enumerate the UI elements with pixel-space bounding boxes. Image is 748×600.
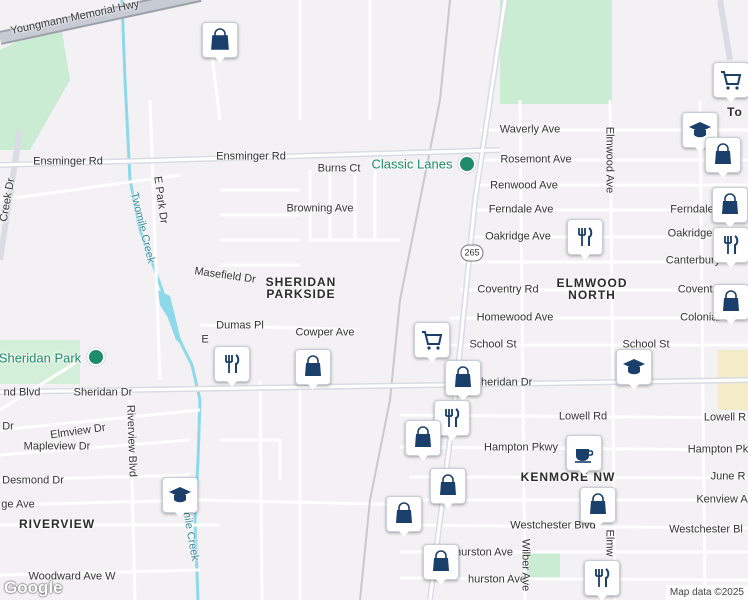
road-label: Ferndale: [670, 203, 714, 216]
area-label-kenmore-nw: KENMORE NW: [520, 470, 616, 484]
shopping-cart-icon: [422, 331, 443, 350]
shopping-bag-icon: [722, 193, 738, 214]
shopping-marker[interactable]: [202, 22, 238, 63]
road-label: ge Ave: [1, 498, 35, 511]
shopping-marker[interactable]: [445, 360, 481, 401]
map-canvas[interactable]: Youngmann Memorial Hwy Ensminger Rd Ensm…: [0, 0, 748, 600]
shopping-marker[interactable]: [423, 544, 459, 585]
school-icon: [169, 487, 191, 503]
shopping-bag-icon: [305, 355, 321, 376]
school-marker[interactable]: [162, 477, 198, 518]
restaurant-marker[interactable]: [713, 227, 748, 268]
shopping-marker[interactable]: [430, 468, 466, 509]
classic-lanes-icon[interactable]: [458, 155, 476, 173]
road-label: Lowell R: [703, 411, 747, 424]
road-label: Dr: [2, 420, 14, 433]
road-label: Waverly Ave: [499, 123, 561, 136]
road-label: School St: [469, 338, 517, 351]
road-label: June R: [710, 470, 746, 483]
shopping-bag-icon: [455, 366, 471, 387]
shopping-marker[interactable]: [713, 284, 748, 325]
road-label: Kenview A: [696, 493, 748, 506]
shopping-bag-icon: [433, 550, 449, 571]
park-icon[interactable]: [87, 348, 105, 366]
road-label: E: [201, 333, 209, 346]
road-label: Dumas Pl: [216, 319, 264, 332]
road-label: Ferndale Ave: [488, 203, 554, 216]
area-label-tonawanda: To: [727, 105, 743, 119]
restaurant-marker[interactable]: [567, 219, 603, 260]
cafe-icon: [575, 449, 594, 463]
shopping-marker[interactable]: [386, 496, 422, 537]
road-label: Mapleview Dr: [23, 440, 91, 453]
road-label: Renwood Ave: [490, 179, 558, 192]
place-label-sheridan-park[interactable]: Sheridan Park: [0, 352, 81, 365]
shopping-bag-icon: [590, 493, 606, 514]
restaurant-marker[interactable]: [214, 346, 250, 387]
shopping-marker[interactable]: [712, 187, 748, 228]
shopping-bag-icon: [415, 426, 431, 447]
school-marker[interactable]: [616, 349, 652, 390]
restaurant-icon: [724, 235, 739, 254]
shopping-marker[interactable]: [705, 137, 741, 178]
google-logo[interactable]: Google: [4, 578, 63, 598]
road-label: Desmond Dr: [2, 474, 64, 487]
restaurant-icon: [578, 227, 593, 246]
cafe-marker[interactable]: [566, 435, 602, 476]
road-label: Burns Ct: [317, 162, 361, 175]
road-label: Oakridge: [667, 227, 713, 240]
road-label: Rosemont Ave: [500, 153, 572, 166]
route-shield-265: 265: [460, 244, 484, 262]
place-label-classic-lanes[interactable]: Classic Lanes: [372, 158, 453, 171]
road-label: Elmw: [603, 529, 616, 557]
road-label: Coventry Rd: [477, 283, 539, 296]
road-label: Ensminger Rd: [216, 150, 286, 163]
road-label: Cowper Ave: [295, 326, 355, 339]
road-label: Hampton Pkwy: [484, 441, 558, 454]
road-label: Riverview Blvd: [124, 404, 139, 478]
road-label: Westchester Bl: [669, 523, 743, 536]
shopping-bag-icon: [715, 143, 731, 164]
road-label: Sheridan Dr: [473, 376, 533, 389]
road-label: hurston Ave: [455, 546, 513, 559]
road-label: Oakridge Ave: [485, 230, 551, 243]
road-label: Lowell Rd: [558, 410, 608, 423]
restaurant-icon: [225, 354, 240, 373]
restaurant-icon: [595, 568, 610, 587]
road-label: Browning Ave: [286, 202, 354, 215]
road-label: Wilber Ave: [519, 538, 532, 592]
cart-marker[interactable]: [713, 62, 748, 103]
road-label: Hampton Pk: [687, 443, 748, 456]
cart-marker[interactable]: [414, 322, 450, 363]
road-label: hurston Ave: [468, 573, 526, 586]
road-label: Sheridan Dr: [73, 386, 133, 399]
shopping-bag-icon: [723, 290, 739, 311]
shopping-bag-icon: [396, 502, 412, 523]
school-icon: [623, 359, 645, 375]
area-label-riverview: RIVERVIEW: [18, 517, 96, 531]
road-label: Homewood Ave: [476, 311, 554, 324]
road-label: Ensminger Rd: [33, 155, 103, 168]
map-base: [0, 0, 748, 600]
area-label-sheridan-parkside: SHERIDAN PARKSIDE: [265, 275, 337, 301]
shopping-cart-icon: [721, 71, 742, 90]
area-label-elmwood-north: ELMWOOD NORTH: [556, 276, 628, 302]
restaurant-marker[interactable]: [584, 560, 620, 600]
map-data-credit[interactable]: Map data ©2025: [665, 585, 748, 600]
road-label: Elmwood Ave: [603, 126, 616, 194]
shopping-marker[interactable]: [405, 420, 441, 461]
road-label: Coventr: [677, 283, 717, 296]
shopping-bag-icon: [440, 474, 456, 495]
shopping-marker[interactable]: [295, 349, 331, 390]
road-label: nd Blvd: [3, 386, 41, 399]
shopping-bag-icon: [211, 28, 229, 50]
restaurant-icon: [445, 408, 460, 427]
shopping-marker[interactable]: [580, 487, 616, 528]
